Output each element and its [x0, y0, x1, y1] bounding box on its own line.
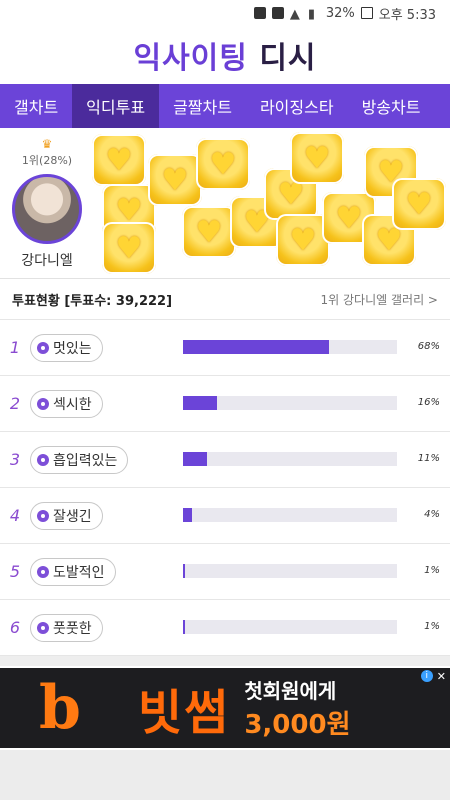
battery-icon	[360, 7, 373, 19]
hearts-decoration: ♥ ♥ ♥ ♥ ♥ ♥ ♥ ♥ ♥ ♥ ♥ ♥ ♥ ♥	[92, 128, 446, 278]
rank1-label: 1위(28%)	[21, 154, 73, 167]
footer	[0, 750, 450, 800]
percent-label: 11%	[417, 453, 440, 464]
vote-option-button[interactable]: 도발적인	[30, 557, 116, 586]
heart-icon: ♥	[182, 206, 236, 258]
progress-bar	[183, 452, 397, 466]
rank1-profile[interactable]: ♛ 1위(28%) 강다니엘	[0, 128, 94, 270]
vote-option-button[interactable]: 멋있는	[30, 333, 103, 362]
progress-fill	[183, 452, 207, 466]
gallery-link[interactable]: 1위 강다니엘 갤러리 >	[321, 291, 438, 308]
status-bar: ▲ ▮ 32% 오후 5:33	[0, 0, 450, 26]
rank-number: 1	[9, 338, 21, 357]
vote-option-button[interactable]: 풋풋한	[30, 613, 103, 642]
ad-controls: i ✕	[420, 670, 446, 683]
heart-icon: ♥	[102, 222, 156, 274]
progress-bar	[183, 340, 397, 354]
vote-option-button[interactable]: 잘생긴	[30, 501, 103, 530]
progress-fill	[183, 396, 218, 410]
vote-status-title: 투표현황 [투표수: 39,222]	[12, 293, 173, 309]
tab-gallery-chart[interactable]: 갤차트	[0, 84, 72, 128]
progress-fill	[183, 508, 192, 522]
list-item[interactable]: 6 풋풋한 1%	[0, 600, 450, 656]
ad-logo-icon: b	[39, 673, 81, 743]
rank-number: 4	[9, 506, 21, 525]
progress-bar	[183, 620, 397, 634]
progress-bar	[183, 508, 397, 522]
tab-post-chart[interactable]: 글짤차트	[159, 84, 246, 128]
ad-banner[interactable]: b 빗썸 첫회원에게 3,000원 i ✕	[0, 668, 450, 748]
rank1-name: 강다니엘	[21, 253, 73, 269]
option-label: 풋풋한	[53, 620, 92, 637]
vote-option-button[interactable]: 흡입력있는	[30, 445, 129, 474]
option-icon	[37, 565, 49, 578]
logo-part1: 익사이팅	[133, 41, 248, 76]
wifi-icon: ▲	[289, 7, 300, 22]
option-label: 잘생긴	[53, 508, 92, 525]
app-header: 익사이팅 디시	[0, 26, 450, 84]
rank-number: 6	[9, 618, 21, 637]
section-divider	[0, 656, 450, 666]
heart-icon: ♥	[392, 178, 446, 230]
list-item[interactable]: 3 흡입력있는 11%	[0, 432, 450, 488]
vote-status-header: 투표현황 [투표수: 39,222] 1위 강다니엘 갤러리 >	[0, 279, 450, 320]
option-icon	[37, 621, 49, 634]
tab-vote[interactable]: 익디투표	[72, 84, 160, 128]
alarm-icon	[271, 7, 284, 19]
crown-icon: ♛	[41, 137, 53, 151]
list-item[interactable]: 1 멋있는 68%	[0, 320, 450, 376]
rank-number: 2	[9, 394, 21, 413]
progress-fill	[183, 620, 186, 634]
percent-label: 1%	[424, 621, 440, 632]
option-label: 흡입력있는	[53, 452, 118, 469]
option-icon	[37, 341, 49, 354]
percent-label: 16%	[417, 397, 440, 408]
percent-label: 4%	[424, 509, 440, 520]
vote-list: 1 멋있는 68% 2 섹시한 16% 3 흡입력있는 11% 4 잘생긴 4%	[0, 320, 450, 656]
vote-hero: ♛ 1위(28%) 강다니엘 ♥ ♥ ♥ ♥ ♥ ♥ ♥ ♥ ♥ ♥ ♥ ♥ ♥…	[0, 128, 450, 279]
ad-brand: 빗썸	[138, 685, 231, 741]
heart-icon: ♥	[196, 138, 250, 190]
vote-option-button[interactable]: 섹시한	[30, 389, 103, 418]
list-item[interactable]: 5 도발적인 1%	[0, 544, 450, 600]
logo-part2: 디시	[259, 41, 317, 76]
main-tabs: 갤차트 익디투표 글짤차트 라이징스타 방송차트	[0, 84, 450, 128]
percent-label: 68%	[417, 341, 440, 352]
status-time: 오후 5:33	[378, 7, 436, 23]
notification-icon	[253, 7, 266, 19]
site-logo[interactable]: 익사이팅 디시	[133, 33, 316, 77]
percent-label: 1%	[424, 565, 440, 576]
progress-fill	[183, 340, 329, 354]
ad-line1: 첫회원에게	[244, 679, 337, 703]
option-label: 멋있는	[53, 340, 92, 357]
list-item[interactable]: 4 잘생긴 4%	[0, 488, 450, 544]
heart-icon: ♥	[92, 134, 146, 186]
option-icon	[37, 453, 49, 466]
rank-number: 3	[9, 450, 21, 469]
progress-bar	[183, 396, 397, 410]
progress-bar	[183, 564, 397, 578]
progress-fill	[183, 564, 186, 578]
ad-copy: 첫회원에게 3,000원	[244, 675, 350, 741]
list-item[interactable]: 2 섹시한 16%	[0, 376, 450, 432]
signal-icon: ▮	[307, 7, 315, 22]
tab-rising-star[interactable]: 라이징스타	[246, 84, 348, 128]
option-icon	[37, 397, 49, 410]
tab-broadcast-chart[interactable]: 방송차트	[348, 84, 435, 128]
ad-line2: 3,000원	[244, 710, 351, 740]
heart-icon: ♥	[290, 132, 344, 184]
ad-close-icon[interactable]: ✕	[437, 670, 446, 683]
option-icon	[37, 509, 49, 522]
battery-percent: 32%	[325, 5, 355, 21]
rank-number: 5	[9, 562, 21, 581]
option-label: 섹시한	[53, 396, 92, 413]
ad-info-icon[interactable]: i	[420, 670, 433, 682]
avatar[interactable]	[12, 174, 82, 244]
option-label: 도발적인	[53, 564, 105, 581]
heart-icon: ♥	[148, 154, 202, 206]
